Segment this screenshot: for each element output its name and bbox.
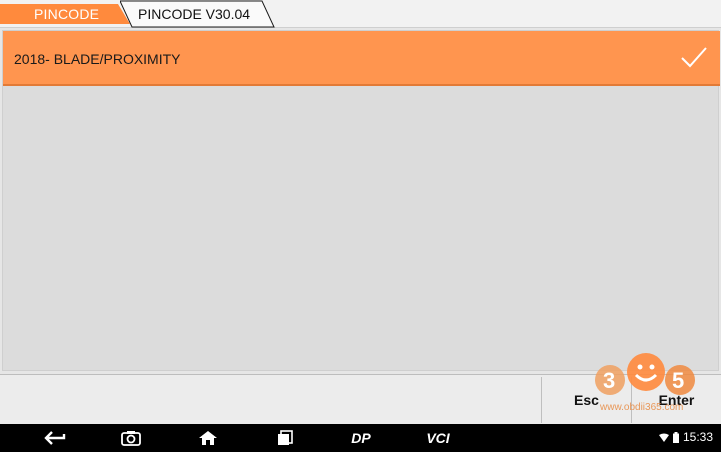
button-bar: Esc Enter xyxy=(0,374,721,424)
battery-icon xyxy=(672,431,679,443)
clock-time: 15:33 xyxy=(682,430,713,444)
breadcrumb-item-label: PINCODE xyxy=(34,6,100,22)
status-area: 15:33 xyxy=(658,430,713,444)
system-nav-bar: DP VCI 15:33 xyxy=(0,424,721,452)
list-item-label: 2018- BLADE/PROXIMITY xyxy=(14,51,181,67)
breadcrumb-item-pincode[interactable]: PINCODE xyxy=(0,0,130,28)
recent-apps-icon[interactable] xyxy=(276,430,294,446)
list-item-selected[interactable]: 2018- BLADE/PROXIMITY xyxy=(3,31,720,86)
dp-icon[interactable]: DP xyxy=(344,430,378,446)
breadcrumb-item-label: PINCODE V30.04 xyxy=(138,6,251,22)
enter-button[interactable]: Enter xyxy=(631,377,721,423)
function-list: 2018- BLADE/PROXIMITY xyxy=(2,30,720,371)
camera-icon[interactable] xyxy=(121,430,141,446)
checkmark-icon xyxy=(681,47,707,68)
back-icon[interactable] xyxy=(44,430,66,446)
breadcrumb-item-version[interactable]: PINCODE V30.04 xyxy=(120,0,275,28)
breadcrumb: PINCODE PINCODE V30.04 xyxy=(0,0,721,28)
esc-button[interactable]: Esc xyxy=(541,377,631,423)
home-icon[interactable] xyxy=(198,430,218,446)
vci-icon[interactable]: VCI xyxy=(420,430,456,446)
wifi-icon xyxy=(658,433,669,442)
